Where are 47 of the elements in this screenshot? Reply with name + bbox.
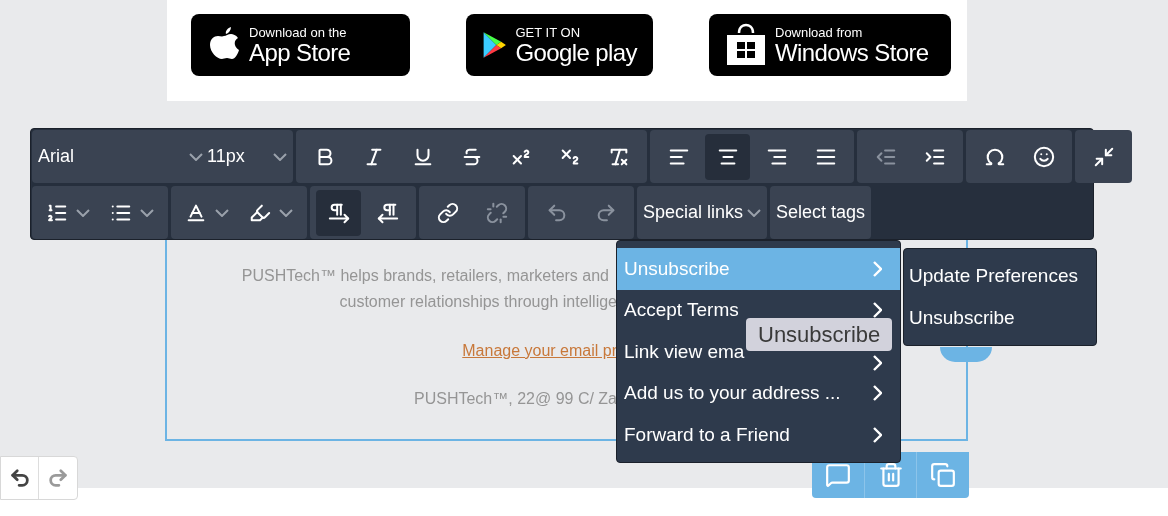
company-address: PUSHTech™, 22@ 99 C/ Za — [414, 389, 617, 409]
badge-caption: GET IT ON — [515, 25, 582, 39]
windows-store-logo-icon — [725, 23, 767, 67]
caret-icon — [279, 208, 293, 217]
badge-caption: Download on the — [249, 25, 348, 39]
badge-title: App Store — [249, 40, 351, 65]
link-icon — [436, 201, 459, 224]
tooltip: Unsubscribe — [746, 318, 893, 351]
badge-title: Windows Store — [775, 40, 929, 65]
undo-icon — [8, 467, 31, 489]
badge-title: Google play — [515, 40, 637, 65]
badge-caption: Download from — [775, 25, 864, 39]
special-links-dropdown[interactable]: Special links — [637, 186, 768, 239]
duplicate-icon — [930, 462, 957, 488]
comment-icon — [824, 462, 851, 488]
rtl-icon — [376, 201, 399, 224]
font-size-select[interactable]: 11px — [207, 143, 287, 170]
smiley-icon — [1032, 145, 1055, 168]
align-center-button[interactable] — [705, 133, 750, 180]
store-badge[interactable]: Download on the App Store — [191, 14, 410, 76]
caret-icon — [189, 152, 203, 161]
chevron-icon — [873, 302, 882, 319]
submenu-item[interactable]: Unsubscribe — [909, 304, 1096, 333]
ltr-icon — [327, 201, 350, 224]
menu-item[interactable]: Add us to your address ... — [617, 372, 900, 414]
ltr-button[interactable] — [316, 189, 361, 236]
chevron-icon — [873, 354, 882, 371]
company-description: PUSHTech™ helps brands, retailers, marketers and customer relationships through intellige — [240, 266, 617, 312]
unlink-icon — [485, 201, 508, 224]
font-family-select[interactable]: Arial — [38, 143, 203, 170]
store-badge[interactable]: Download from Windows Store — [709, 14, 951, 76]
redo-icon — [47, 467, 69, 489]
submenu-item[interactable]: Update Preferences — [909, 261, 1096, 290]
chevron-icon — [873, 385, 882, 402]
caret-icon — [273, 152, 287, 161]
chevron-icon — [873, 426, 882, 443]
select-tags-button[interactable]: Select tags — [770, 186, 872, 239]
chevron-icon — [873, 260, 882, 277]
delete-icon — [877, 462, 904, 488]
caret-icon — [76, 208, 90, 217]
menu-item[interactable]: Forward to a Friend — [617, 414, 900, 456]
caret-icon — [140, 208, 154, 217]
collapse-icon — [1092, 145, 1115, 168]
store-badge[interactable]: GET IT ON Google play — [466, 14, 653, 76]
caret-icon — [747, 208, 762, 217]
drag-handle[interactable] — [940, 347, 992, 362]
caret-icon — [215, 208, 229, 217]
